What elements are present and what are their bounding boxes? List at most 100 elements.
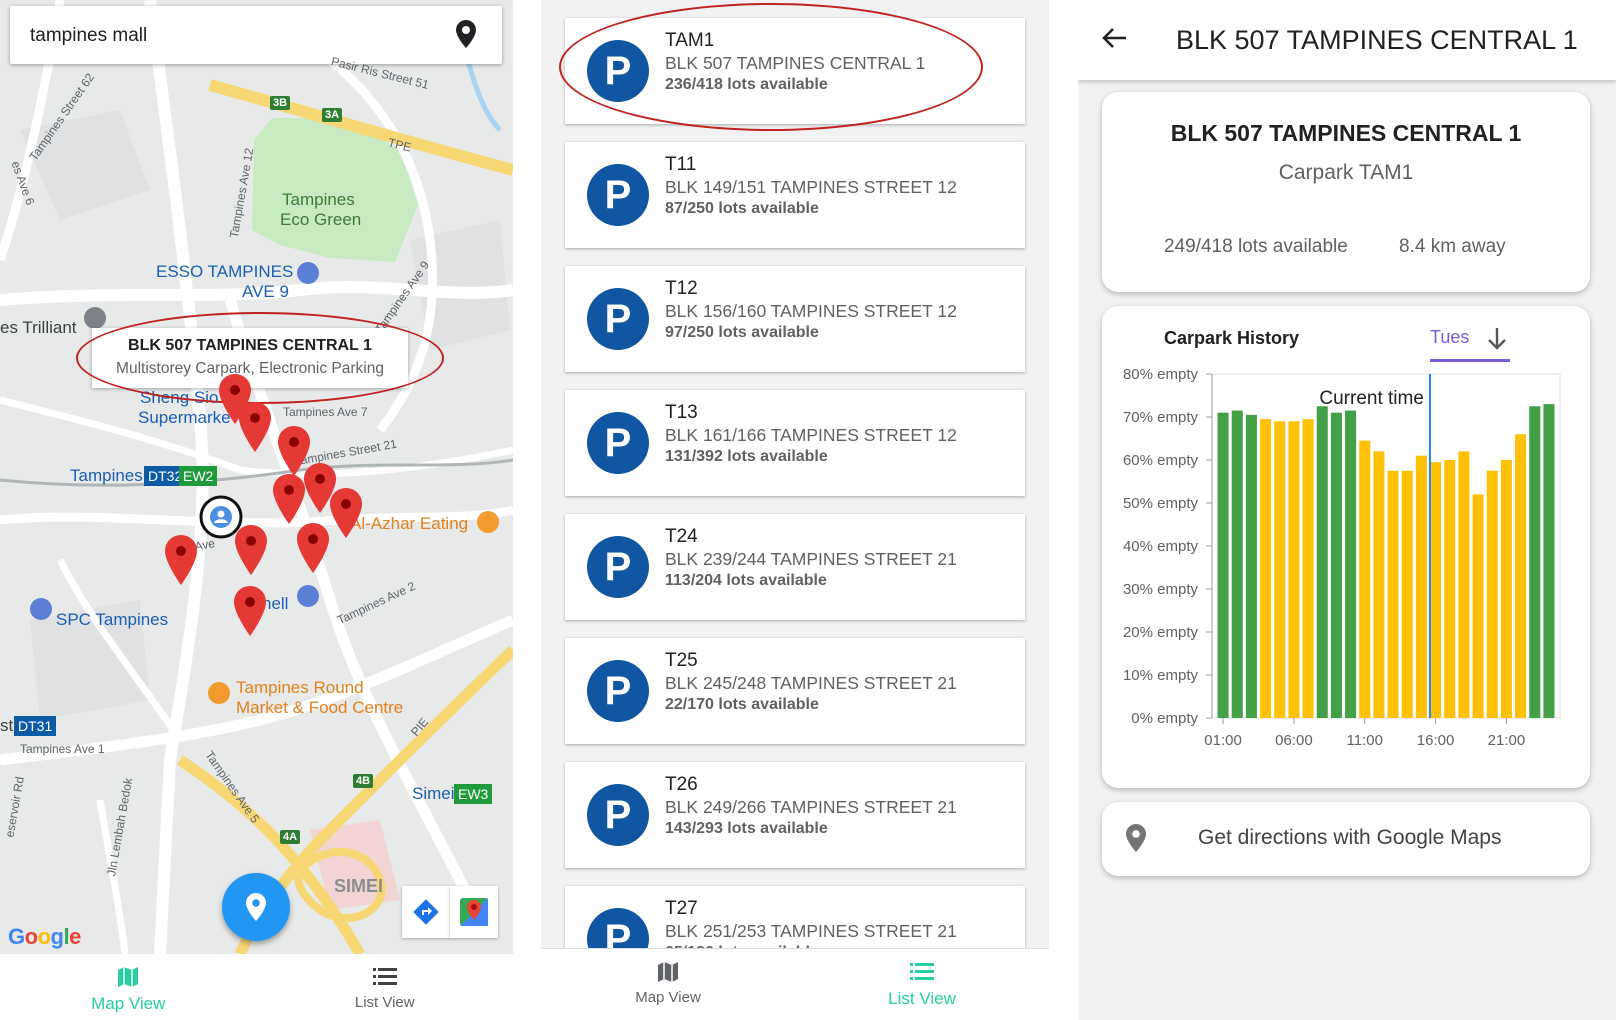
history-bar bbox=[1515, 434, 1527, 718]
gas-station-icon bbox=[30, 598, 52, 620]
location-pin-icon[interactable] bbox=[456, 20, 476, 53]
nav-label: List View bbox=[354, 994, 415, 1011]
map-view-screen: tampines mall Pasir Ris Street 51 Tampin… bbox=[0, 0, 513, 1020]
history-bar bbox=[1316, 406, 1328, 718]
page-title: BLK 507 TAMPINES CENTRAL 1 bbox=[1176, 25, 1578, 55]
my-location-button[interactable] bbox=[222, 873, 290, 941]
mrt-code-badge: EW3 bbox=[454, 784, 493, 804]
history-bar bbox=[1274, 421, 1286, 718]
history-bar bbox=[1415, 455, 1427, 718]
x-tick-label: 16:00 bbox=[1417, 732, 1455, 749]
carpark-card[interactable]: P T12 BLK 156/160 TAMPINES STREET 12 97/… bbox=[565, 266, 1025, 372]
google-logo-letter: g bbox=[50, 924, 64, 949]
mrt-code-badge: EW2 bbox=[179, 466, 218, 486]
history-bar-chart: 0% empty 10% empty 20% empty 30% empty 40% e… bbox=[1123, 366, 1561, 749]
restaurant-icon bbox=[477, 511, 499, 533]
history-bar bbox=[1217, 412, 1229, 718]
carpark-marker-icon[interactable] bbox=[165, 535, 197, 585]
history-bar bbox=[1288, 421, 1300, 718]
carpark-marker-icon[interactable] bbox=[234, 586, 266, 636]
carpark-lots: 97/250 lots available bbox=[665, 324, 819, 341]
history-bar bbox=[1458, 451, 1470, 718]
carpark-card[interactable]: P T25 BLK 245/248 TAMPINES STREET 21 22/… bbox=[565, 638, 1025, 744]
history-bar bbox=[1231, 410, 1243, 718]
carpark-marker-icon[interactable] bbox=[239, 402, 271, 452]
carpark-card[interactable]: P T13 BLK 161/166 TAMPINES STREET 12 131… bbox=[565, 390, 1025, 496]
bottom-navigation: Map View List View bbox=[541, 948, 1049, 1020]
carpark-marker-icon[interactable] bbox=[297, 523, 329, 573]
google-logo-letter: e bbox=[69, 924, 81, 949]
carpark-address: BLK 245/248 TAMPINES STREET 21 bbox=[665, 673, 957, 693]
carpark-lots: 143/293 lots available bbox=[665, 820, 828, 837]
gas-station-icon bbox=[297, 585, 319, 607]
carpark-code: T27 bbox=[665, 898, 698, 919]
carpark-history-card: Carpark History Tues 0% empty 10% empty 20… bbox=[1102, 306, 1590, 788]
user-location-icon bbox=[199, 495, 243, 539]
y-tick-label: 50% empty bbox=[1123, 495, 1199, 512]
carpark-lots: 113/204 lots available bbox=[665, 572, 827, 589]
bottom-navigation: Map View List View bbox=[0, 954, 513, 1020]
back-arrow-icon[interactable] bbox=[1100, 24, 1128, 57]
history-bar bbox=[1260, 419, 1272, 718]
exit-badge: 3B bbox=[270, 96, 291, 110]
carpark-card[interactable]: P T11 BLK 149/151 TAMPINES STREET 12 87/… bbox=[565, 142, 1025, 248]
open-in-maps-button[interactable] bbox=[450, 886, 498, 938]
restaurant-icon bbox=[208, 682, 230, 704]
directions-button[interactable]: Get directions with Google Maps bbox=[1102, 802, 1590, 876]
history-bar bbox=[1245, 414, 1257, 718]
carpark-lots: 87/250 lots available bbox=[665, 200, 819, 217]
map-poi-label: Supermarke bbox=[138, 408, 231, 427]
map-poi-label: es Trilliant bbox=[0, 318, 77, 337]
y-tick-label: 20% empty bbox=[1123, 624, 1199, 641]
search-input[interactable]: tampines mall bbox=[30, 25, 147, 47]
carpark-code: T25 bbox=[665, 650, 698, 671]
history-bar bbox=[1430, 462, 1442, 718]
directions-button[interactable] bbox=[402, 886, 450, 938]
x-tick-label: 21:00 bbox=[1488, 732, 1526, 749]
search-bar[interactable]: tampines mall bbox=[10, 6, 502, 64]
nav-map-view[interactable]: Map View bbox=[0, 954, 257, 1020]
list-icon bbox=[372, 968, 397, 985]
map-poi-label: Simei bbox=[412, 784, 455, 803]
carpark-card[interactable]: P T26 BLK 249/266 TAMPINES STREET 21 143… bbox=[565, 762, 1025, 868]
map-icon bbox=[118, 967, 139, 987]
gas-station-icon bbox=[297, 262, 319, 284]
carpark-marker-icon[interactable] bbox=[273, 474, 305, 524]
carpark-address: BLK 251/253 TAMPINES STREET 21 bbox=[665, 921, 957, 941]
exit-badge: 4B bbox=[353, 774, 374, 788]
location-pin-icon bbox=[246, 893, 266, 921]
nav-list-view[interactable]: List View bbox=[257, 954, 514, 1020]
exit-badge: 3A bbox=[322, 108, 343, 122]
history-bar bbox=[1472, 494, 1484, 718]
lots-available: 249/418 lots available bbox=[1164, 236, 1348, 257]
list-view-screen: P TAM1 BLK 507 TAMPINES CENTRAL 1 236/41… bbox=[541, 0, 1049, 1020]
map-poi-label: Tampines bbox=[282, 190, 355, 209]
map-icon bbox=[658, 962, 678, 982]
x-tick-label: 01:00 bbox=[1204, 732, 1242, 749]
y-tick-label: 80% empty bbox=[1123, 366, 1199, 383]
parking-icon: P bbox=[587, 412, 649, 474]
carpark-name: BLK 507 TAMPINES CENTRAL 1 bbox=[1170, 120, 1522, 146]
arrow-down-icon bbox=[1486, 326, 1508, 357]
parking-icon: P bbox=[587, 164, 649, 226]
exit-badge: 4A bbox=[280, 830, 301, 844]
x-tick-label: 11:00 bbox=[1347, 732, 1383, 749]
nav-map-view[interactable]: Map View bbox=[541, 949, 795, 1015]
history-bar bbox=[1500, 460, 1512, 718]
day-selector[interactable]: Tues bbox=[1430, 326, 1510, 362]
map-poi-label: SPC Tampines bbox=[56, 610, 169, 629]
distance: 8.4 km away bbox=[1399, 236, 1506, 257]
carpark-card[interactable]: P T24 BLK 239/244 TAMPINES STREET 21 113… bbox=[565, 514, 1025, 620]
carpark-lots: 22/170 lots available bbox=[665, 696, 819, 713]
directions-icon bbox=[413, 899, 439, 925]
x-tick-label: 06:00 bbox=[1275, 732, 1313, 749]
nav-list-view[interactable]: List View bbox=[795, 949, 1049, 1015]
history-bar bbox=[1387, 470, 1399, 718]
carpark-code: Carpark TAM1 bbox=[1278, 161, 1414, 184]
day-selector-value: Tues bbox=[1430, 327, 1470, 347]
map-poi-label: Tampines Round bbox=[236, 678, 364, 697]
y-tick-label: 60% empty bbox=[1123, 452, 1199, 469]
carpark-address: BLK 161/166 TAMPINES STREET 12 bbox=[665, 425, 957, 445]
history-bar bbox=[1373, 451, 1385, 718]
carpark-marker-icon[interactable] bbox=[330, 488, 362, 538]
